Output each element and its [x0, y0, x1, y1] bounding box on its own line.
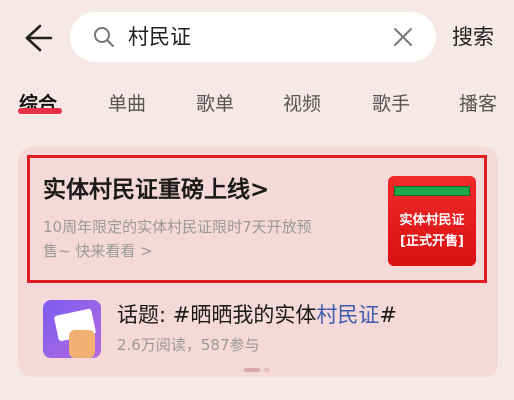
topic-row[interactable]: 话题: #晒晒我的实体村民证# 2.6万阅读，587参与: [43, 300, 483, 360]
back-arrow-icon[interactable]: [18, 20, 54, 56]
tab-playlists[interactable]: 歌单: [196, 90, 234, 118]
close-icon[interactable]: [392, 26, 414, 48]
topic-prefix: 话题: #晒晒我的实体: [117, 303, 317, 327]
search-button[interactable]: 搜索: [452, 22, 494, 52]
thumbnail-line2: [正式开售]: [400, 234, 464, 249]
promo-description-line1: 10周年限定的实体村民证限时7天开放预: [43, 218, 312, 236]
category-tabs: 综合 单曲 歌单 视频 歌手 播客: [0, 86, 514, 126]
page-dot: [264, 368, 270, 372]
promo-description-line2: 售~ 快来看看 >: [43, 242, 153, 260]
hand-image: [69, 330, 95, 358]
promo-thumbnail[interactable]: 实体村民证 [正式开售]: [388, 176, 476, 266]
tab-artists[interactable]: 歌手: [372, 90, 410, 118]
topic-title: 话题: #晒晒我的实体村民证#: [117, 300, 397, 330]
promo-description[interactable]: 10周年限定的实体村民证限时7天开放预 售~ 快来看看 >: [43, 215, 363, 263]
search-query-text[interactable]: 村民证: [128, 22, 191, 52]
top-bar: 村民证 搜索: [0, 0, 514, 78]
topic-suffix: #: [379, 303, 397, 327]
topic-stats: 2.6万阅读，587参与: [117, 336, 260, 354]
thumbnail-line1: 实体村民证: [399, 213, 465, 228]
topic-image: [43, 300, 101, 358]
promo-title-text: 实体村民证重磅上线: [43, 177, 250, 203]
id-card-strip: [394, 186, 470, 196]
topic-highlight: 村民证: [316, 303, 380, 327]
tab-videos[interactable]: 视频: [283, 90, 321, 118]
chevron-right-icon: >: [250, 177, 270, 203]
search-icon: [94, 27, 114, 47]
active-tab-indicator: [18, 108, 62, 114]
page-dot-active: [244, 368, 260, 372]
page-indicator: [244, 368, 274, 372]
tab-songs[interactable]: 单曲: [108, 90, 146, 118]
tab-podcasts[interactable]: 播客: [459, 90, 497, 118]
promo-title[interactable]: 实体村民证重磅上线>: [43, 175, 269, 205]
search-input[interactable]: 村民证: [70, 12, 436, 62]
